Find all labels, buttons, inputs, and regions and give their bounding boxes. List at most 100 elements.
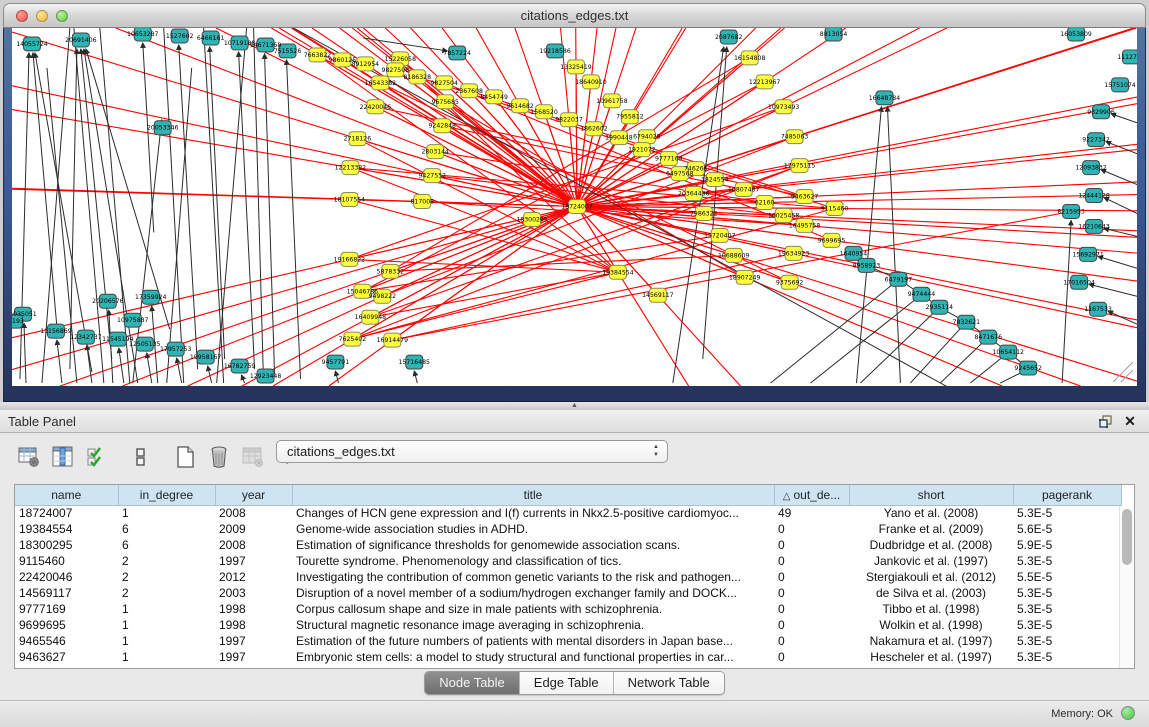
network-svg[interactable]: 1405572420691406106532871527602646616110… — [12, 28, 1137, 386]
table-cell: Changes of HCN gene expression and I(f) … — [292, 505, 774, 521]
table-cell: 5.3E-5 — [1013, 585, 1121, 601]
graph-node-label: 12213967 — [749, 79, 781, 86]
table-cell: Disruption of a novel member of a sodium… — [292, 585, 774, 601]
graph-node-label: 2935114 — [926, 304, 954, 311]
column-header-pagerank[interactable]: pagerank — [1013, 485, 1121, 505]
table-toolbar: f(x) — [14, 439, 316, 475]
table-row[interactable]: 1830029562008Estimation of significance … — [15, 537, 1121, 553]
table-panel-title: Table Panel — [8, 414, 76, 429]
graph-node-label: 1862602 — [580, 126, 608, 133]
table-cell: 5.6E-5 — [1013, 521, 1121, 537]
table-row[interactable]: 1456911722003Disruption of a novel membe… — [15, 585, 1121, 601]
table-cell: 0 — [774, 585, 849, 601]
graph-node-label: 7515526 — [274, 48, 302, 55]
table-cell: 5.3E-5 — [1013, 617, 1121, 633]
panel-divider[interactable]: ▲ — [0, 402, 1149, 410]
table-scrollbar[interactable] — [1119, 506, 1134, 668]
graph-node-label: 6479197 — [885, 276, 913, 283]
table-row[interactable]: 946362711997Embryonic stem cells: a mode… — [15, 649, 1121, 665]
table-column-icon[interactable] — [48, 441, 78, 473]
graph-node-label: 1167533 — [1084, 306, 1112, 313]
column-header-in-degree[interactable]: in_degree — [118, 485, 215, 505]
table-cell: 9465546 — [15, 633, 118, 649]
import-table-icon[interactable] — [238, 441, 268, 473]
graph-node-label: 10654112 — [993, 349, 1025, 356]
graph-node-label: 12213382 — [335, 165, 367, 172]
table-row[interactable]: 2242004622012Investigating the contribut… — [15, 569, 1121, 585]
table-cell: 2012 — [215, 569, 292, 585]
graph-node-label: 6466161 — [197, 35, 225, 42]
graph-node-label: 16782759 — [224, 363, 256, 370]
table-row[interactable]: 1872400712008Changes of HCN gene express… — [15, 505, 1121, 521]
table-row[interactable]: 977716911998Corpus callosum shape and si… — [15, 601, 1121, 617]
column-header-out-de-[interactable]: △out_de... — [774, 485, 849, 505]
close-panel-icon[interactable]: ✕ — [1121, 413, 1139, 430]
float-panel-icon[interactable] — [1097, 413, 1115, 430]
table-cell: Corpus callosum shape and size in male p… — [292, 601, 774, 617]
select-stepper-icon: ▲▼ — [653, 443, 659, 459]
graph-node-label: 9675685 — [431, 99, 459, 106]
table-settings-icon[interactable] — [14, 441, 44, 473]
graph-node-label: 8215953 — [1057, 208, 1085, 215]
table-panel-content: f(x) citations_edges.txt ▲▼ namein_degre… — [0, 433, 1149, 700]
column-header-title[interactable]: title — [292, 485, 774, 505]
graph-node-label: 16409948 — [355, 314, 387, 321]
table-check-icon[interactable] — [82, 441, 112, 473]
network-canvas[interactable]: 1405572420691406106532871527602646616110… — [12, 28, 1137, 386]
graph-node-label: 7663822 — [304, 52, 332, 59]
graph-node-label: 9822037 — [555, 117, 583, 124]
table-row[interactable]: 1938455462009Genome-wide association stu… — [15, 521, 1121, 537]
table-cell: Nakamura et al. (1997) — [849, 633, 1013, 649]
column-header-short[interactable]: short — [849, 485, 1013, 505]
graph-node-label: 10688609 — [718, 252, 750, 259]
table-row[interactable]: 969969511998Structural magnetic resonanc… — [15, 617, 1121, 633]
memory-status-label: Memory: OK — [1051, 708, 1113, 720]
graph-node-label: 17359924 — [135, 294, 167, 301]
scrollbar-thumb[interactable] — [1122, 509, 1132, 565]
table-cell: Estimation of the future numbers of pati… — [292, 633, 774, 649]
rows-icon[interactable] — [126, 441, 156, 473]
table-cell: 0 — [774, 617, 849, 633]
graph-node-label: 9245652 — [1014, 365, 1042, 372]
table-cell: 5.3E-5 — [1013, 601, 1121, 617]
delete-table-icon[interactable] — [204, 441, 234, 473]
tab-node-table[interactable]: Node Table — [425, 672, 520, 694]
table-cell: 9699695 — [15, 617, 118, 633]
table-cell: Investigating the contribution of common… — [292, 569, 774, 585]
window-titlebar[interactable]: citations_edges.txt — [3, 3, 1146, 28]
table-cell: 1997 — [215, 649, 292, 665]
tab-edge-table[interactable]: Edge Table — [520, 672, 614, 694]
table-cell: 1998 — [215, 617, 292, 633]
tab-network-table[interactable]: Network Table — [614, 672, 724, 694]
table-source-select[interactable]: citations_edges.txt ▲▼ — [276, 440, 668, 463]
graph-node-label: 1640954 — [840, 250, 868, 257]
graph-node-label: 39193 — [12, 318, 24, 325]
graph-node-label: 7485063 — [781, 134, 809, 141]
table-row[interactable]: 946554611997Estimation of the future num… — [15, 633, 1121, 649]
graph-node-label: 9115460 — [821, 205, 849, 212]
table-cell: 9777169 — [15, 601, 118, 617]
table-cell: 1997 — [215, 633, 292, 649]
graph-node-label: 1527602 — [166, 33, 194, 40]
graph-node-label: 6497568 — [666, 171, 694, 178]
column-header-name[interactable]: name — [15, 485, 118, 505]
graph-node-label: 10961758 — [596, 98, 628, 105]
graph-node-label: 9427552 — [418, 173, 446, 180]
graph-node-label: 19958167 — [190, 354, 222, 361]
table-row[interactable]: 911546021997Tourette syndrome. Phenomeno… — [15, 553, 1121, 569]
table-cell: 2003 — [215, 585, 292, 601]
table-cell: 2 — [118, 585, 215, 601]
table-cell: 2 — [118, 569, 215, 585]
network-window: citations_edges.txt 14055724206914061065… — [3, 3, 1146, 402]
column-header-year[interactable]: year — [215, 485, 292, 505]
graph-node-label: 62160 — [755, 200, 775, 207]
new-table-icon[interactable] — [170, 441, 200, 473]
graph-node-label: 17957253 — [160, 346, 192, 353]
graph-node-label: 22420046 — [360, 104, 392, 111]
graph-node-label: 5878332 — [377, 268, 405, 275]
divider-handle-icon[interactable]: ▲ — [570, 402, 579, 409]
table-cell: Embryonic stem cells: a model to study s… — [292, 649, 774, 665]
graph-node-label: 7986322 — [690, 210, 718, 217]
table-cell: 0 — [774, 649, 849, 665]
network-view-frame: 1405572420691406106532871527602646616110… — [3, 28, 1146, 402]
